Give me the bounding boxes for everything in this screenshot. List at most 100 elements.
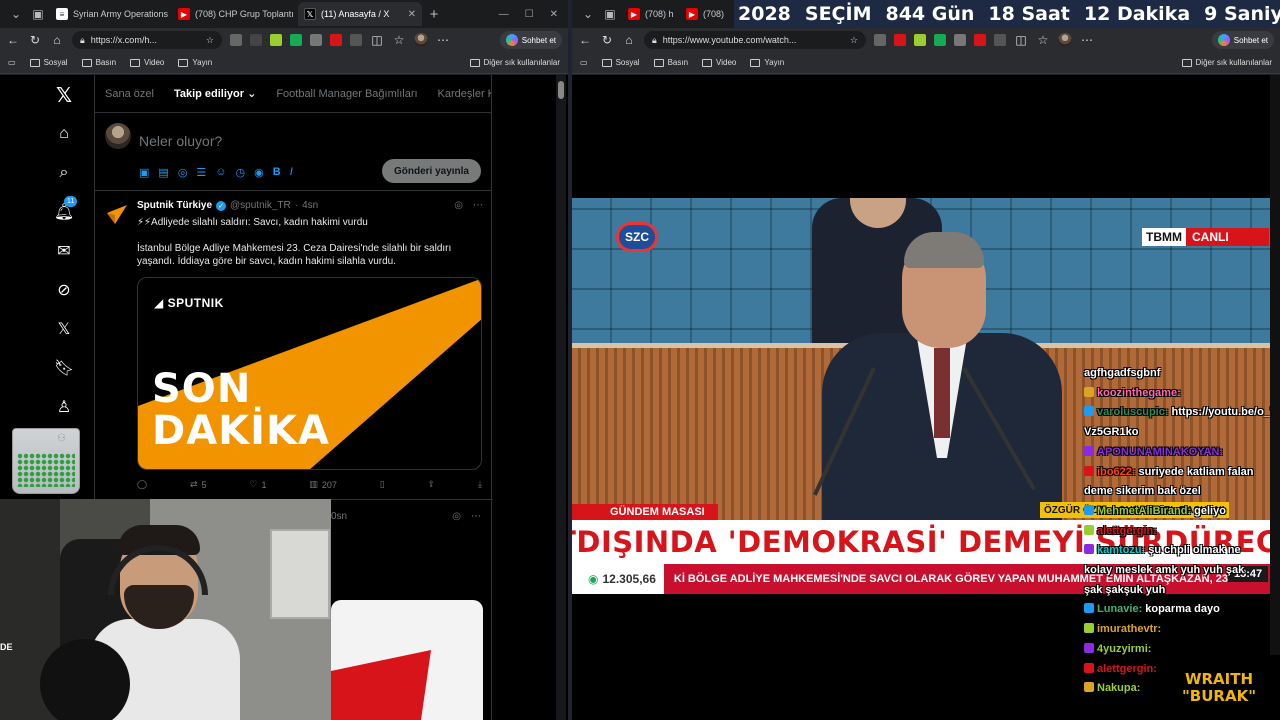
retweet-button[interactable]: ⇄ 5 bbox=[190, 479, 207, 490]
bookmark-folder-basin[interactable]: Basın bbox=[653, 58, 688, 67]
avatar[interactable] bbox=[105, 123, 131, 149]
schedule-icon[interactable]: ◷ bbox=[236, 166, 246, 179]
extension-icon[interactable] bbox=[874, 34, 886, 46]
tab-chp-grup[interactable]: ▶ (708) CHP Grup Toplantı ✕ bbox=[172, 2, 296, 26]
more-icon[interactable]: ⋯ bbox=[471, 511, 481, 522]
bookmark-folder-video[interactable]: Video bbox=[702, 58, 736, 67]
extension-icon[interactable] bbox=[954, 34, 966, 46]
location-icon[interactable]: ◉ bbox=[254, 166, 264, 179]
home-icon[interactable]: ⌂ bbox=[622, 33, 636, 47]
image-icon[interactable]: ▣ bbox=[139, 166, 149, 179]
tab-x-home[interactable]: 𝕏 (11) Anasayfa / X ✕ bbox=[298, 2, 422, 26]
bookmark-folder-sosyal[interactable]: Sosyal bbox=[29, 58, 68, 67]
bookmarks-icon[interactable]: 🔖︎ bbox=[52, 356, 76, 380]
back-icon[interactable]: ← bbox=[6, 33, 20, 47]
other-bookmarks[interactable]: Diğer sık kullanılanlar bbox=[469, 58, 560, 67]
extension-icon[interactable] bbox=[290, 34, 302, 46]
bookmark-folder-video[interactable]: Video bbox=[130, 58, 164, 67]
home-icon[interactable]: ⌂ bbox=[50, 33, 64, 47]
extension-icon[interactable] bbox=[894, 34, 906, 46]
scrollbar[interactable] bbox=[1270, 75, 1280, 720]
tweet-handle[interactable]: @sputnik_TR bbox=[230, 200, 291, 211]
copilot-button[interactable]: Sohbet et bbox=[499, 31, 562, 49]
grok-icon[interactable]: ⊘ bbox=[52, 278, 76, 302]
back-icon[interactable]: ← bbox=[578, 33, 592, 47]
reply-button[interactable]: ◯ bbox=[137, 479, 147, 490]
premium-x-icon[interactable]: 𝕏 bbox=[52, 317, 76, 341]
refresh-icon[interactable]: ↻ bbox=[600, 33, 614, 47]
workspaces-icon[interactable]: ▣ bbox=[600, 4, 620, 24]
window-close-icon[interactable]: ✕ bbox=[550, 9, 558, 20]
views-button[interactable]: ▥ 207 bbox=[309, 479, 337, 490]
new-tab-icon[interactable]: + bbox=[424, 4, 444, 24]
minimize-icon[interactable]: — bbox=[499, 9, 509, 20]
tab-actions-icon[interactable]: ⌄ bbox=[578, 4, 598, 24]
split-screen-icon[interactable]: ◫ bbox=[1014, 33, 1028, 47]
messages-icon[interactable]: ✉ bbox=[52, 239, 76, 263]
post-button[interactable]: Gönderi yayınla bbox=[381, 159, 481, 183]
italic-icon[interactable]: I bbox=[290, 166, 293, 179]
url-field[interactable]: 🔒︎ https://www.youtube.com/watch... ☆ bbox=[644, 31, 866, 49]
url-field[interactable]: 🔒︎ https://x.com/h... ☆ bbox=[72, 31, 222, 49]
tab-youtube-2[interactable]: ▶ (708) bbox=[680, 2, 730, 26]
more-icon[interactable]: ⋯ bbox=[1080, 33, 1094, 47]
extension-icon[interactable] bbox=[310, 34, 322, 46]
emoji-icon[interactable]: ☺ bbox=[215, 166, 226, 179]
extension-icon[interactable] bbox=[974, 34, 986, 46]
tweet-card[interactable]: Sputnik Türkiye ✓ @sputnik_TR · 4sn ◎ ⋯ … bbox=[95, 192, 493, 500]
x-logo-icon[interactable]: 𝕏 bbox=[52, 83, 76, 107]
grok-icon[interactable]: ◎ bbox=[178, 166, 188, 179]
extension-icon[interactable] bbox=[270, 34, 282, 46]
tweet2-time[interactable]: 0sn bbox=[331, 511, 347, 522]
other-bookmarks[interactable]: Diğer sık kullanılanlar bbox=[1181, 58, 1272, 67]
scrollbar[interactable] bbox=[556, 75, 566, 720]
extension-icon[interactable] bbox=[230, 34, 242, 46]
bold-icon[interactable]: B bbox=[273, 166, 281, 179]
jobs-icon[interactable]: ♙ bbox=[52, 395, 76, 419]
tweet2-media[interactable] bbox=[331, 600, 483, 720]
like-button[interactable]: ♡ 1 bbox=[249, 479, 266, 490]
tab-for-you[interactable]: Sana özel bbox=[105, 88, 154, 100]
refresh-icon[interactable]: ↻ bbox=[28, 33, 42, 47]
bookmark-folder-sosyal[interactable]: Sosyal bbox=[601, 58, 640, 67]
close-icon[interactable]: ✕ bbox=[408, 9, 416, 20]
tweet-media[interactable]: ◢ SPUTNIK SON DAKİKA bbox=[137, 277, 482, 470]
tweet-author-name[interactable]: Sputnik Türkiye bbox=[137, 200, 212, 211]
home-icon[interactable]: ⌂ bbox=[52, 122, 76, 146]
notifications-icon[interactable]: 🔔︎ 11 bbox=[52, 196, 78, 224]
grok-icon[interactable]: ◎ bbox=[452, 511, 461, 522]
split-screen-icon[interactable]: ◫ bbox=[370, 33, 384, 47]
extension-icon[interactable] bbox=[994, 34, 1006, 46]
poll-icon[interactable]: ☰ bbox=[196, 166, 206, 179]
extension-icon[interactable] bbox=[934, 34, 946, 46]
favorite-star-icon[interactable]: ☆ bbox=[850, 35, 858, 46]
extension-icon[interactable] bbox=[250, 34, 262, 46]
tab-following[interactable]: Takip ediliyor ⌄ bbox=[174, 87, 256, 100]
more-icon[interactable]: ⋯ bbox=[473, 200, 483, 211]
gif-icon[interactable]: ▤ bbox=[158, 166, 168, 179]
bookmark-folder-yayin[interactable]: Yayın bbox=[750, 58, 784, 67]
compose-input[interactable]: Neler oluyor? bbox=[139, 133, 222, 149]
maximize-icon[interactable]: ☐ bbox=[525, 9, 534, 20]
tab-actions-icon[interactable]: ⌄ bbox=[6, 4, 26, 24]
grok-icon[interactable]: ◎ bbox=[454, 200, 463, 211]
workspaces-icon[interactable]: ▣ bbox=[28, 4, 48, 24]
tab-football-manager[interactable]: Football Manager Bağımlıları bbox=[276, 88, 417, 100]
extension-icon[interactable] bbox=[350, 34, 362, 46]
favorites-icon[interactable]: ☆ bbox=[392, 33, 406, 47]
bookmark-folder-yayin[interactable]: Yayın bbox=[178, 58, 212, 67]
more-icon[interactable]: ⋯ bbox=[436, 33, 450, 47]
tweet-time[interactable]: 4sn bbox=[302, 200, 318, 211]
tab-syrian-army[interactable]: ≡ Syrian Army Operations ✕ bbox=[50, 2, 170, 26]
extension-icon[interactable] bbox=[330, 34, 342, 46]
download-button[interactable]: ⤓ bbox=[478, 479, 482, 490]
tab-youtube-1[interactable]: ▶ (708) h bbox=[622, 2, 678, 26]
profile-avatar[interactable] bbox=[414, 33, 428, 47]
search-icon[interactable]: ⌕ bbox=[52, 161, 76, 185]
scrollbar-thumb[interactable] bbox=[558, 81, 564, 99]
bookmark-button[interactable]: ▯ bbox=[380, 479, 385, 490]
favorite-star-icon[interactable]: ☆ bbox=[206, 35, 214, 46]
copilot-button[interactable]: Sohbet et bbox=[1211, 31, 1274, 49]
bookmark-folder-basin[interactable]: Basın bbox=[81, 58, 116, 67]
share-button[interactable]: ⇪ bbox=[428, 479, 436, 490]
